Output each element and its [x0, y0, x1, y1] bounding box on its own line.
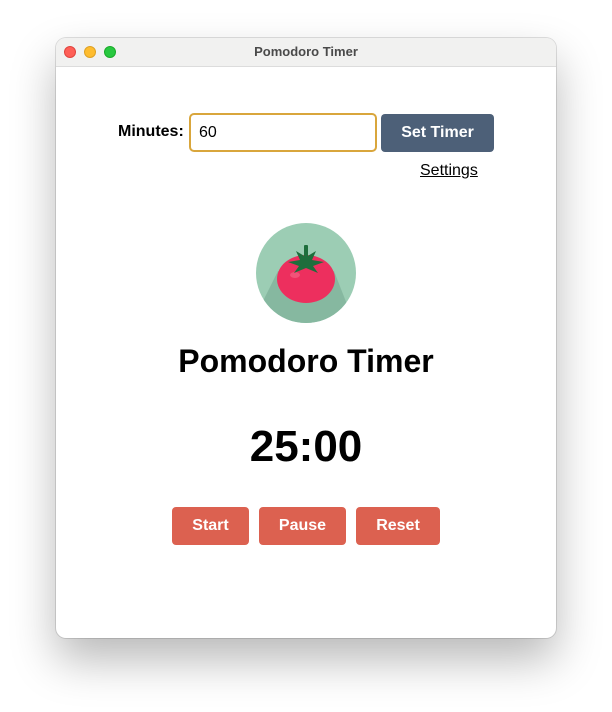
app-heading: Pomodoro Timer [178, 343, 434, 379]
timer-display: 25:00 [249, 422, 363, 471]
window-title: Pomodoro Timer [254, 44, 358, 59]
minutes-input[interactable] [189, 113, 377, 152]
tomato-icon [256, 223, 356, 323]
app-window: Pomodoro Timer Minutes: Set Timer Settin… [56, 38, 556, 638]
settings-link[interactable]: Settings [420, 162, 478, 180]
tomato-logo-graphic [256, 223, 356, 323]
title-bar: Pomodoro Timer [56, 38, 556, 67]
pause-button[interactable]: Pause [259, 507, 346, 545]
minutes-label: Minutes: [118, 123, 184, 140]
reset-button[interactable]: Reset [356, 507, 440, 545]
start-button[interactable]: Start [172, 507, 249, 545]
set-timer-button[interactable]: Set Timer [381, 114, 494, 152]
